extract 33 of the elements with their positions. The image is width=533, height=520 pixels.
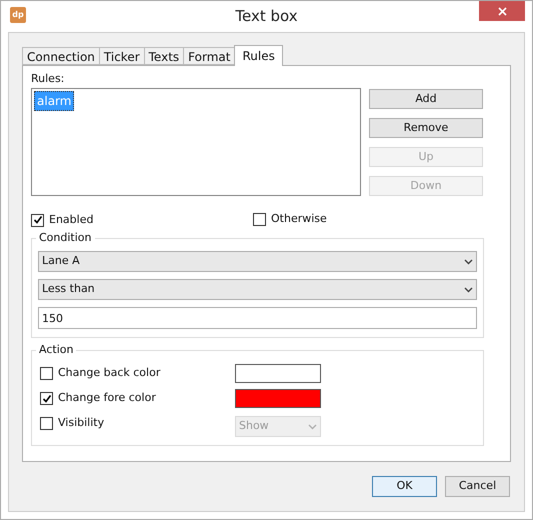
checkbox[interactable]: [40, 367, 53, 380]
chevron-down-icon: [464, 286, 473, 292]
checkbox-label: Enabled: [49, 212, 94, 228]
rules-label: Rules:: [31, 71, 66, 87]
tab[interactable]: Format: [183, 47, 236, 65]
chevron-down-icon: [464, 258, 473, 264]
checkbox-label: Otherwise: [271, 210, 327, 227]
checkbox-label: Change back color: [58, 365, 160, 382]
tab[interactable]: Texts: [144, 47, 184, 65]
color-swatch[interactable]: [235, 389, 321, 408]
dialog-button[interactable]: OK: [372, 476, 437, 497]
tab[interactable]: Connection: [22, 47, 100, 65]
list-button[interactable]: Add: [369, 89, 483, 109]
operator-dropdown[interactable]: Less than: [38, 279, 477, 300]
checkbox[interactable]: [253, 212, 266, 226]
checkmark-icon: [32, 215, 42, 226]
list-button[interactable]: Remove: [369, 118, 483, 138]
close-icon: [498, 6, 506, 16]
value-field[interactable]: 150: [38, 307, 477, 329]
color-swatch[interactable]: [235, 364, 321, 383]
checkbox[interactable]: [31, 214, 44, 227]
chevron-down-icon: [308, 424, 317, 430]
dialog-button[interactable]: Cancel: [445, 476, 510, 497]
source-dropdown[interactable]: Lane A: [38, 251, 477, 272]
checkbox-label: Visibility: [58, 415, 104, 432]
tab[interactable]: Ticker: [98, 47, 145, 65]
checkbox-label: Change fore color: [58, 390, 156, 406]
close-button[interactable]: [479, 1, 525, 21]
checkbox[interactable]: [40, 392, 53, 405]
checkmark-icon: [42, 394, 52, 404]
app-logo: dp: [10, 7, 26, 23]
window-title: Text box: [235, 6, 298, 28]
tab[interactable]: Rules: [234, 45, 283, 66]
